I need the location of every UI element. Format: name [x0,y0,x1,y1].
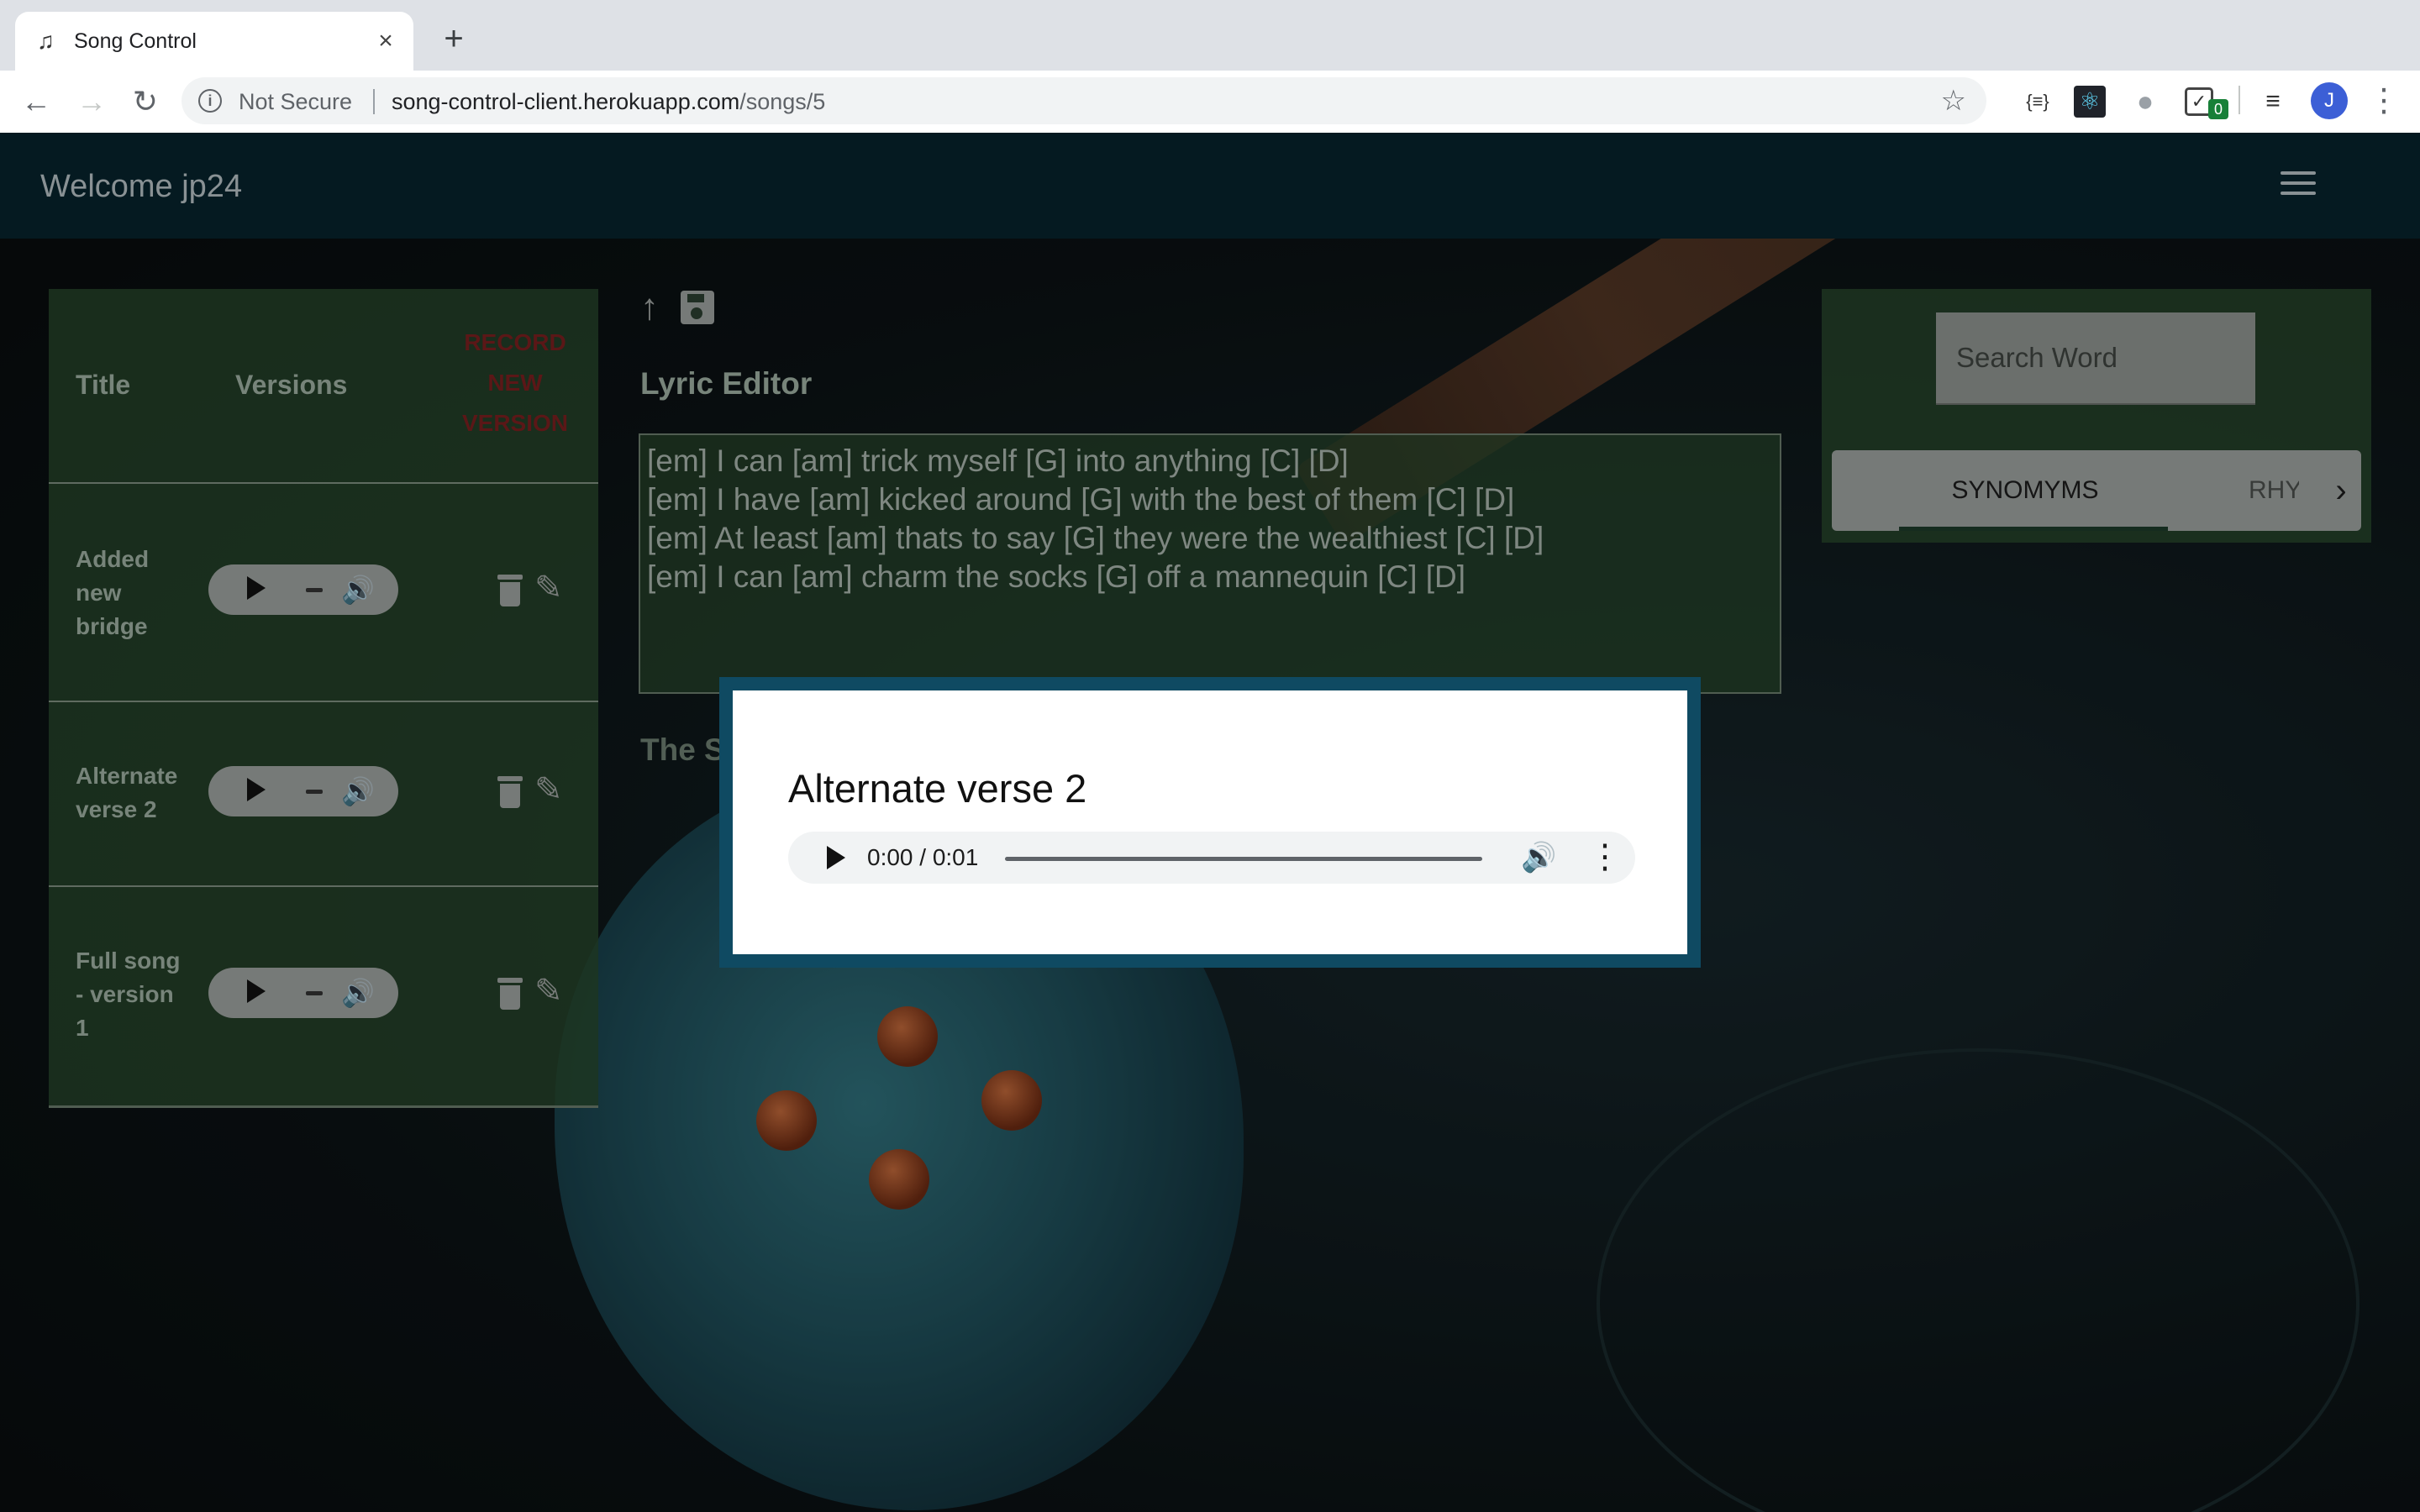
audio-time: 0:00 / 0:01 [867,844,979,870]
close-tab-icon[interactable]: × [371,27,400,55]
address-bar[interactable]: i Not Secure song-control-client.herokua… [182,77,1986,124]
back-arrow-icon[interactable]: ← [17,82,55,121]
version-player-modal: Alternate verse 2 0:00 / 0:01 🔊 ⋮ [719,677,1701,968]
music-note-icon: ♫ [37,28,55,54]
url-host: song-control-client.herokuapp.com [392,89,740,114]
chat-bubble-icon[interactable]: ● [2129,86,2161,118]
audio-seek-bar[interactable] [1005,857,1482,861]
more-options-icon[interactable]: ⋮ [1588,838,1622,875]
tab-title: Song Control [74,29,197,53]
browser-menu-icon[interactable]: ⋮ [2368,81,2400,121]
url-path: /songs/5 [739,89,826,114]
bookmark-star-icon[interactable]: ☆ [1941,86,1966,116]
browser-toolbar: ← → ↻ i Not Secure song-control-client.h… [0,71,2420,134]
browser-tab[interactable]: ♫ Song Control × [15,12,413,71]
media-queue-icon[interactable]: ≡ [2257,86,2289,118]
new-tab-icon[interactable]: + [437,22,471,55]
reload-icon[interactable]: ↻ [126,82,165,121]
volume-icon[interactable]: 🔊 [1521,842,1556,874]
url-text[interactable]: song-control-client.herokuapp.com/songs/… [392,89,825,114]
browser-tab-strip: ♫ Song Control × + [0,0,2420,71]
forward-arrow-icon[interactable]: → [72,82,111,121]
play-icon[interactable] [827,846,845,869]
react-devtools-icon[interactable]: ⚛ [2074,86,2106,118]
info-icon[interactable]: i [198,89,222,113]
extension-badge: 0 [2208,99,2228,119]
profile-avatar[interactable]: J [2311,82,2348,119]
json-extension-icon[interactable]: {≡} [2022,86,2054,118]
divider [373,89,375,114]
toolbar-divider [2238,86,2240,114]
audio-player[interactable]: 0:00 / 0:01 🔊 ⋮ [788,832,1635,884]
modal-title: Alternate verse 2 [788,766,1087,811]
security-label[interactable]: Not Secure [239,89,352,114]
